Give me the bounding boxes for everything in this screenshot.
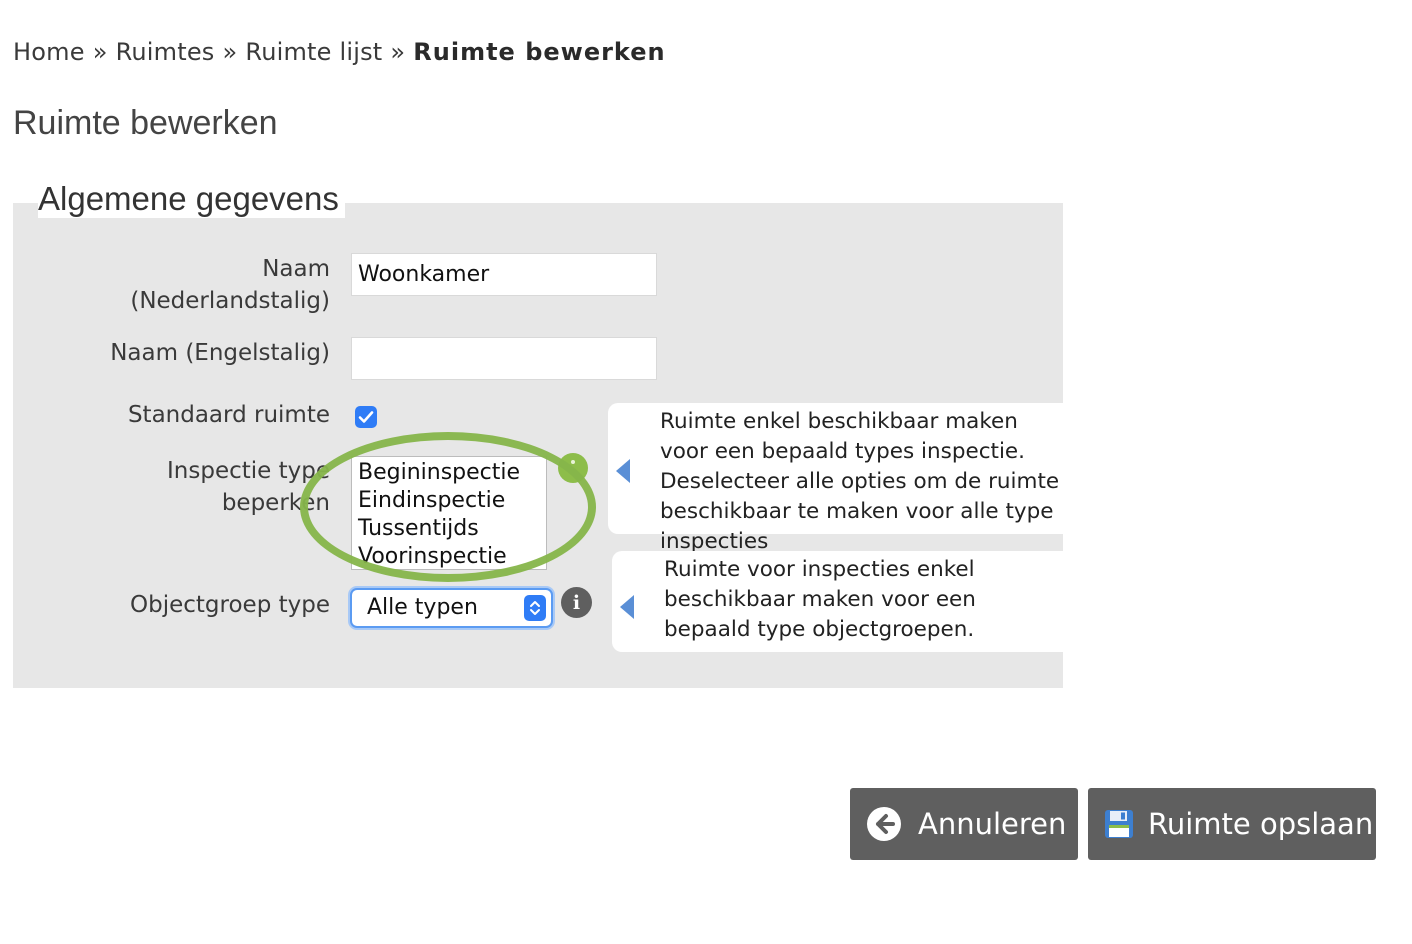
tooltip-arrow-icon (616, 459, 630, 483)
inspection-type-label: Inspectie type beperken (167, 455, 330, 519)
inspection-type-label-line2: beperken (221, 490, 330, 516)
inspection-type-help-text: Ruimte enkel beschikbaar maken voor een … (660, 409, 1060, 554)
breadcrumb-current: Ruimte bewerken (413, 38, 666, 66)
inspection-type-label-line1: Inspectie type (167, 458, 330, 484)
info-icon-highlighted[interactable] (558, 453, 588, 483)
checkmark-icon (358, 411, 374, 423)
inspection-type-help-tooltip: Ruimte enkel beschikbaar maken voor een … (608, 403, 1063, 554)
standard-room-label: Standaard ruimte (127, 402, 330, 428)
page-title: Ruimte bewerken (13, 104, 278, 142)
object-group-type-select[interactable]: Alle typen (350, 588, 553, 628)
inspection-option-tussentijds[interactable]: Tussentijds (352, 515, 546, 543)
breadcrumb-ruimtes-link[interactable]: Ruimtes (116, 38, 215, 66)
breadcrumb-separator: » (222, 38, 238, 66)
name-en-input[interactable] (351, 337, 657, 380)
breadcrumb-separator: » (390, 38, 406, 66)
name-nl-label-line2: (Nederlandstalig) (130, 288, 330, 314)
cancel-button[interactable]: Annuleren (850, 788, 1078, 860)
save-button[interactable]: Ruimte opslaan (1088, 788, 1376, 860)
breadcrumb: Home» Ruimtes» Ruimte lijst» Ruimte bewerke… (13, 38, 666, 66)
name-nl-label-line1: Naam (262, 256, 330, 282)
name-en-label: Naam (Engelstalig) (110, 340, 330, 366)
section-legend: Algemene gegevens (38, 180, 345, 218)
object-group-type-selected: Alle typen (367, 595, 478, 620)
breadcrumb-home-link[interactable]: Home (13, 38, 85, 66)
floppy-disk-icon (1105, 810, 1133, 838)
inspection-option-eindinspectie[interactable]: Eindinspectie (352, 487, 546, 515)
select-arrows-icon (524, 595, 546, 621)
cancel-button-label: Annuleren (918, 807, 1067, 841)
standard-room-checkbox[interactable] (355, 406, 377, 428)
info-icon[interactable]: i (561, 587, 592, 618)
inspection-option-begininspectie[interactable]: Begininspectie (352, 459, 546, 487)
arrow-left-circle-icon (867, 807, 901, 841)
tooltip-arrow-icon (620, 595, 634, 619)
name-nl-input[interactable] (351, 253, 657, 296)
object-group-type-label: Objectgroep type (130, 592, 330, 618)
object-group-help-text: Ruimte voor inspecties enkel beschikbaar… (664, 557, 976, 642)
name-nl-label: Naam (Nederlandstalig) (130, 253, 330, 317)
breadcrumb-ruimte-lijst-link[interactable]: Ruimte lijst (245, 38, 382, 66)
inspection-type-listbox[interactable]: Begininspectie Eindinspectie Tussentijds… (351, 456, 547, 570)
object-group-help-tooltip: Ruimte voor inspecties enkel beschikbaar… (612, 551, 1063, 652)
breadcrumb-separator: » (92, 38, 108, 66)
inspection-option-voorinspectie[interactable]: Voorinspectie (352, 543, 546, 569)
save-button-label: Ruimte opslaan (1148, 807, 1374, 841)
